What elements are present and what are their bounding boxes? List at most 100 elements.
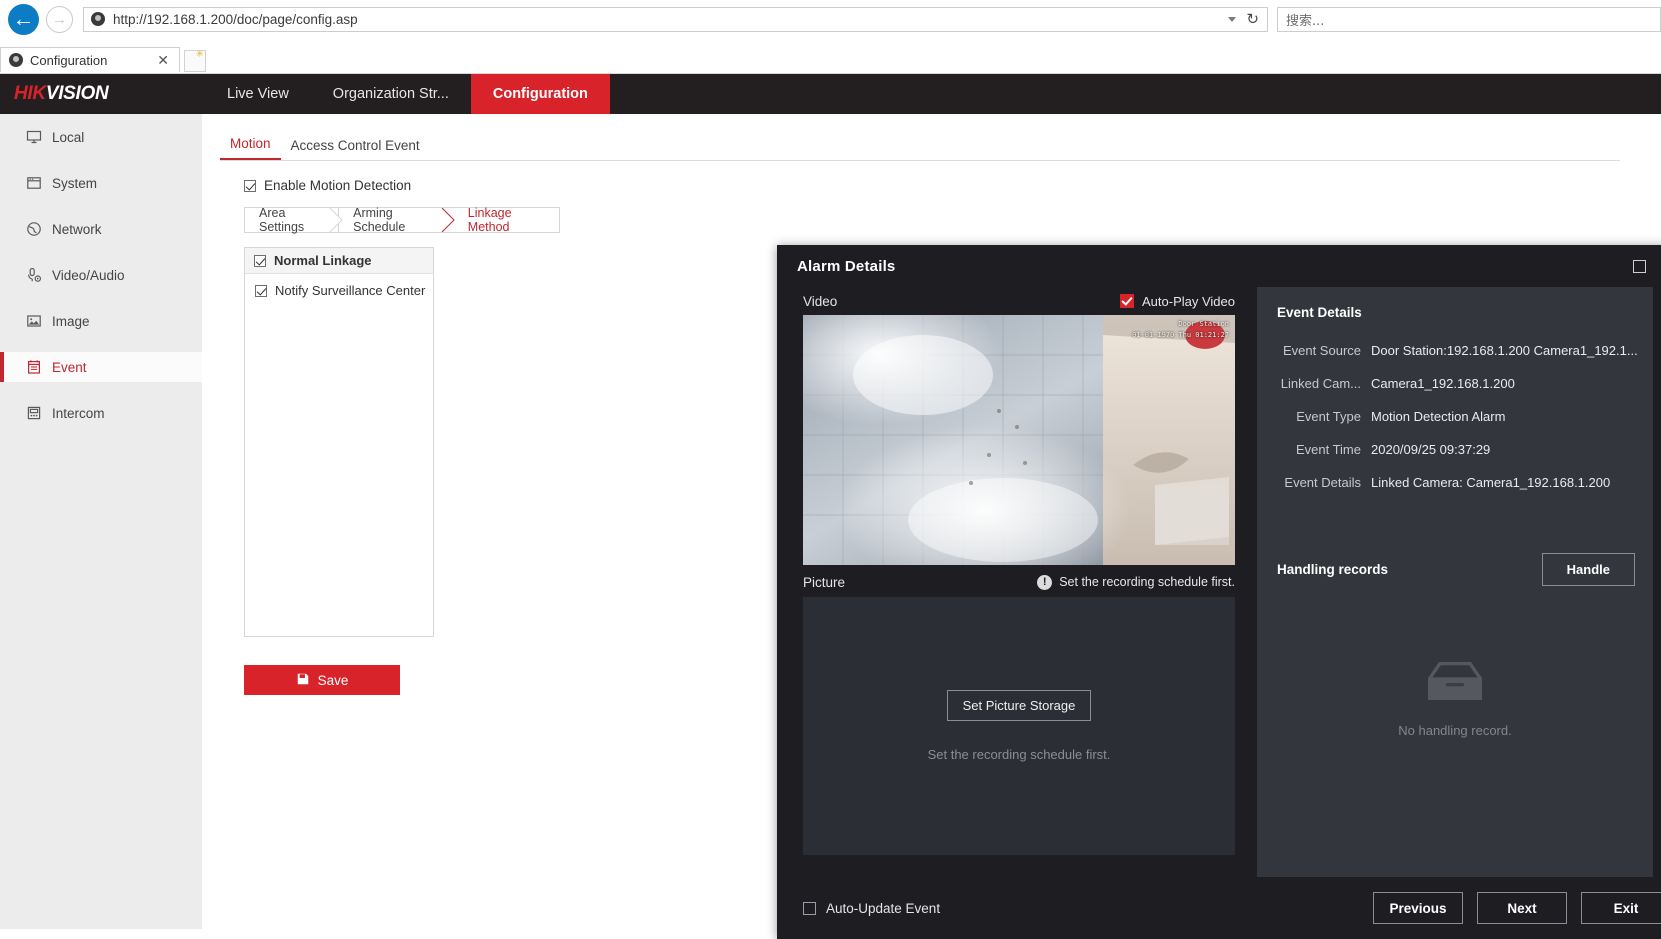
app-header: HIK VISION Live View Organization Str... … [0, 74, 1661, 114]
tab-access-control-event[interactable]: Access Control Event [281, 138, 430, 160]
nav-configuration[interactable]: Configuration [470, 74, 610, 114]
dialog-footer: Auto-Update Event Previous Next Exit [777, 877, 1661, 939]
linked-camera-value: Camera1_192.168.1.200 [1371, 376, 1515, 391]
chevron-down-icon[interactable] [1228, 16, 1237, 22]
auto-play-video-checkbox[interactable] [1120, 294, 1134, 308]
top-navigation: Live View Organization Str... Configurat… [205, 74, 610, 114]
auto-update-event-checkbox[interactable] [803, 901, 816, 915]
main-content: Motion Access Control Event Enable Motio… [202, 114, 1661, 939]
nav-live-view[interactable]: Live View [205, 74, 311, 114]
sidebar-item-intercom[interactable]: Intercom [0, 398, 202, 428]
sidebar: Local System Network Video/Audio Image E… [0, 114, 202, 929]
video-label: Video [803, 293, 838, 309]
auto-update-event-label: Auto-Update Event [826, 900, 941, 916]
next-button[interactable]: Next [1477, 892, 1567, 924]
handle-button[interactable]: Handle [1541, 553, 1635, 586]
enable-motion-detection-checkbox[interactable] [244, 179, 256, 192]
sidebar-bottom-fill [0, 877, 202, 928]
empty-state-text: No handling record. [1398, 723, 1512, 738]
sidebar-item-system[interactable]: System [0, 168, 202, 198]
video-player[interactable]: Door Station 01-01-1970 Thu 01:21:27 [803, 315, 1235, 565]
close-icon[interactable]: ✕ [153, 53, 173, 67]
auto-update-event-row[interactable]: Auto-Update Event [803, 901, 940, 916]
save-button-label: Save [317, 672, 349, 688]
logo-vision-text: VISION [45, 83, 109, 104]
step-linkage-method[interactable]: Linkage Method [449, 206, 560, 234]
step-label: Linkage Method [467, 206, 512, 234]
event-source-label: Event Source [1282, 343, 1361, 358]
picture-panel: Set Picture Storage Set the recording sc… [803, 597, 1235, 855]
step-arming-schedule[interactable]: Arming Schedule [338, 206, 455, 234]
picture-label: Picture [803, 574, 846, 590]
notify-surveillance-center-checkbox[interactable] [255, 284, 267, 297]
event-details-row: Event Source Door Station:192.168.1.200 … [1271, 334, 1639, 367]
new-tab-button[interactable] [184, 49, 206, 72]
sidebar-item-label: Video/Audio [52, 267, 125, 283]
video-osd-line1: Door Station [1178, 320, 1229, 328]
sidebar-item-label: Intercom [52, 405, 105, 421]
exclamation-icon: ! [1037, 574, 1053, 590]
browser-tab-strip: Configuration ✕ [0, 38, 1661, 72]
event-details-value: Linked Camera: Camera1_192.168.1.200 [1371, 475, 1611, 490]
globe-icon [26, 221, 52, 237]
event-type-label: Event Type [1296, 409, 1361, 424]
dialog-title-bar: Alarm Details ✕ [777, 245, 1661, 287]
linkage-item-notify-surveillance-center[interactable]: Notify Surveillance Center [245, 274, 433, 298]
normal-linkage-header[interactable]: Normal Linkage [245, 248, 433, 274]
tab-motion[interactable]: Motion [220, 136, 281, 160]
event-details-row: Linked Cam... Camera1_192.168.1.200 [1271, 367, 1639, 400]
chevron-right-icon [441, 208, 459, 232]
enable-motion-detection-label: Enable Motion Detection [264, 178, 412, 193]
event-details-panel: Event Details Event Source Door Station:… [1257, 287, 1653, 877]
video-osd-line2: 01-01-1970 Thu 01:21:27 [1132, 330, 1229, 339]
dialog-body: Video Auto-Play Video Door Station 01-01… [777, 287, 1661, 877]
forward-arrow-icon[interactable]: → [46, 5, 73, 33]
save-button[interactable]: Save [244, 665, 400, 695]
sidebar-item-image[interactable]: Image [0, 306, 202, 336]
event-type-value: Motion Detection Alarm [1371, 409, 1506, 424]
dialog-left-column: Video Auto-Play Video Door Station 01-01… [803, 287, 1235, 877]
address-bar-actions: ↻ [1228, 12, 1263, 27]
page-body: Local System Network Video/Audio Image E… [0, 114, 1661, 939]
browser-search-placeholder: 搜索... [1286, 13, 1325, 29]
normal-linkage-checkbox[interactable] [254, 254, 266, 267]
sidebar-item-network[interactable]: Network [0, 214, 202, 244]
window-icon [26, 175, 52, 191]
sidebar-item-label: Local [52, 129, 85, 145]
previous-button[interactable]: Previous [1373, 892, 1463, 924]
handling-records-header: Handling records Handle [1277, 553, 1635, 586]
step-label: Area Settings [259, 206, 305, 234]
browser-search-input[interactable]: 搜索... [1277, 6, 1661, 32]
nav-organization-structure[interactable]: Organization Str... [311, 74, 471, 114]
reload-icon[interactable]: ↻ [1246, 12, 1259, 27]
step-label: Arming Schedule [353, 206, 406, 234]
logo-hik-text: HIK [14, 83, 46, 104]
step-area-settings[interactable]: Area Settings [244, 206, 343, 234]
address-bar[interactable]: http://192.168.1.200/doc/page/config.asp… [83, 6, 1268, 32]
set-picture-storage-button[interactable]: Set Picture Storage [946, 690, 1092, 721]
maximize-icon[interactable] [1633, 259, 1647, 273]
sidebar-item-local[interactable]: Local [0, 122, 202, 152]
linked-camera-label: Linked Cam... [1280, 376, 1361, 391]
sidebar-item-event[interactable]: Event [0, 352, 202, 382]
exit-button[interactable]: Exit [1581, 892, 1661, 924]
hikvision-logo: HIK VISION [0, 74, 205, 114]
handling-records-title: Handling records [1277, 562, 1389, 577]
back-arrow-icon[interactable]: ← [8, 3, 39, 35]
alarm-details-dialog: Alarm Details ✕ Video Auto-Play Video [777, 245, 1661, 939]
sidebar-item-video-audio[interactable]: Video/Audio [0, 260, 202, 290]
sidebar-item-label: Image [52, 313, 90, 329]
chevron-right-icon [329, 208, 347, 232]
dialog-footer-buttons: Previous Next Exit [1373, 892, 1661, 924]
enable-motion-detection-row[interactable]: Enable Motion Detection [244, 178, 1661, 193]
auto-play-video-row[interactable]: Auto-Play Video [1120, 294, 1235, 309]
browser-tab[interactable]: Configuration ✕ [0, 47, 180, 72]
address-bar-url: http://192.168.1.200/doc/page/config.asp [113, 11, 358, 27]
picture-section-header: Picture ! Set the recording schedule fir… [803, 567, 1235, 597]
linkage-item-label: Notify Surveillance Center [275, 283, 426, 298]
